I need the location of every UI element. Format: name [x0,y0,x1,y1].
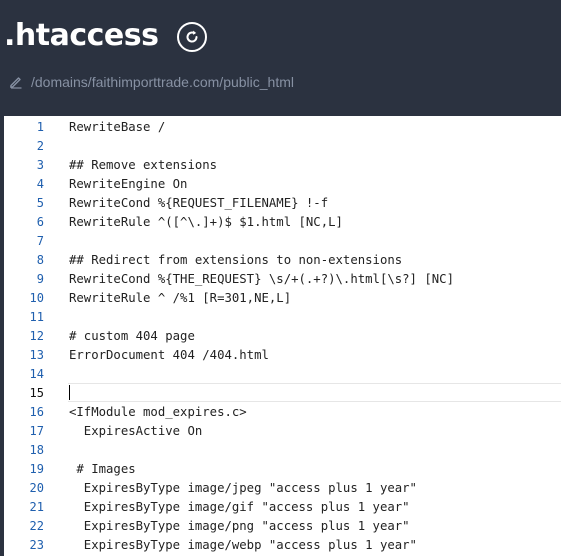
code-line[interactable]: 8 ## Redirect from extensions to non-exte… [4,250,561,269]
code-line[interactable]: 1 RewriteBase / [4,117,561,136]
code-line[interactable]: 21 ExpiresByType image/gif "access plus … [4,497,561,516]
code-line[interactable]: 2 [4,136,561,155]
code-text[interactable]: ExpiresByType image/webp "access plus 1 … [69,538,417,552]
directory-path: /domains/faithimporttrade.com/public_htm… [31,74,295,90]
line-number: 18 [29,442,44,457]
code-text[interactable]: ## Redirect from extensions to non-exten… [69,253,402,267]
code-text[interactable]: RewriteBase / [69,120,165,134]
code-text[interactable]: RewriteEngine On [69,177,187,191]
code-text[interactable]: ExpiresByType image/jpeg "access plus 1 … [69,481,417,495]
code-line[interactable]: 19 # Images [4,459,561,478]
line-number: 21 [29,499,44,514]
code-line[interactable]: 13 ErrorDocument 404 /404.html [4,345,561,364]
refresh-icon [186,30,198,43]
code-text[interactable]: RewriteCond %{REQUEST_FILENAME} !-f [69,196,328,210]
code-line[interactable]: 5 RewriteCond %{REQUEST_FILENAME} !-f [4,193,561,212]
line-number: 7 [36,233,44,248]
line-number: 23 [29,537,44,552]
line-number: 5 [36,195,44,210]
line-number: 15 [29,385,44,400]
code-text[interactable]: # Images [69,462,135,476]
line-number: 8 [36,252,44,267]
header: .htaccess /domains/faithimporttrade.com/… [0,0,561,116]
pencil-icon[interactable] [9,75,23,89]
line-number: 13 [29,347,44,362]
line-number: 14 [29,366,44,381]
line-number: 3 [36,157,44,172]
code-text[interactable]: ErrorDocument 404 /404.html [69,348,269,362]
code-text[interactable]: RewriteCond %{THE_REQUEST} \s/+(.+?)\.ht… [69,272,454,286]
code-line[interactable]: 4 RewriteEngine On [4,174,561,193]
text-caret [69,385,70,400]
code-line[interactable]: 6 RewriteRule ^([^\.]+)$ $1.html [NC,L] [4,212,561,231]
line-number: 12 [29,328,44,343]
code-text[interactable]: # custom 404 page [69,329,195,343]
line-number: 16 [29,404,44,419]
line-number: 19 [29,461,44,476]
code-line[interactable]: 22 ExpiresByType image/png "access plus … [4,516,561,535]
code-line[interactable]: 9 RewriteCond %{THE_REQUEST} \s/+(.+?)\.h… [4,269,561,288]
line-number: 9 [36,271,44,286]
file-title: .htaccess [4,18,159,53]
code-line[interactable]: 16 <IfModule mod_expires.c> [4,402,561,421]
code-line[interactable]: 23 ExpiresByType image/webp "access plus… [4,535,561,554]
code-line[interactable]: 12 # custom 404 page [4,326,561,345]
code-line[interactable]: 11 [4,307,561,326]
line-number: 4 [36,176,44,191]
code-line[interactable]: 20 ExpiresByType image/jpeg "access plus… [4,478,561,497]
line-number: 10 [29,290,44,305]
breadcrumb: /domains/faithimporttrade.com/public_htm… [9,74,294,90]
code-text[interactable]: RewriteRule ^ /%1 [R=301,NE,L] [69,291,291,305]
line-number: 22 [29,518,44,533]
code-line[interactable]: 17 ExpiresActive On [4,421,561,440]
line-number: 17 [29,423,44,438]
refresh-button[interactable] [177,22,207,52]
code-editor[interactable]: 1 RewriteBase /2 3 ## Remove extensions 4 Rew… [4,116,561,556]
line-number: 2 [36,138,44,153]
code-text[interactable]: ExpiresByType image/png "access plus 1 y… [69,519,410,533]
line-number: 6 [36,214,44,229]
line-number: 11 [29,309,44,324]
code-text[interactable]: ExpiresActive On [69,424,202,438]
code-line[interactable]: 14 [4,364,561,383]
code-text[interactable]: ## Remove extensions [69,158,217,172]
active-code-line[interactable]: 15 [4,383,561,402]
code-line[interactable]: 18 [4,440,561,459]
code-text[interactable]: ExpiresByType image/gif "access plus 1 y… [69,500,410,514]
line-number: 20 [29,480,44,495]
code-line[interactable]: 3 ## Remove extensions [4,155,561,174]
code-text[interactable]: <IfModule mod_expires.c> [69,405,247,419]
code-text[interactable]: RewriteRule ^([^\.]+)$ $1.html [NC,L] [69,215,343,229]
line-number: 1 [36,119,44,134]
code-line[interactable]: 7 [4,231,561,250]
code-line[interactable]: 10 RewriteRule ^ /%1 [R=301,NE,L] [4,288,561,307]
